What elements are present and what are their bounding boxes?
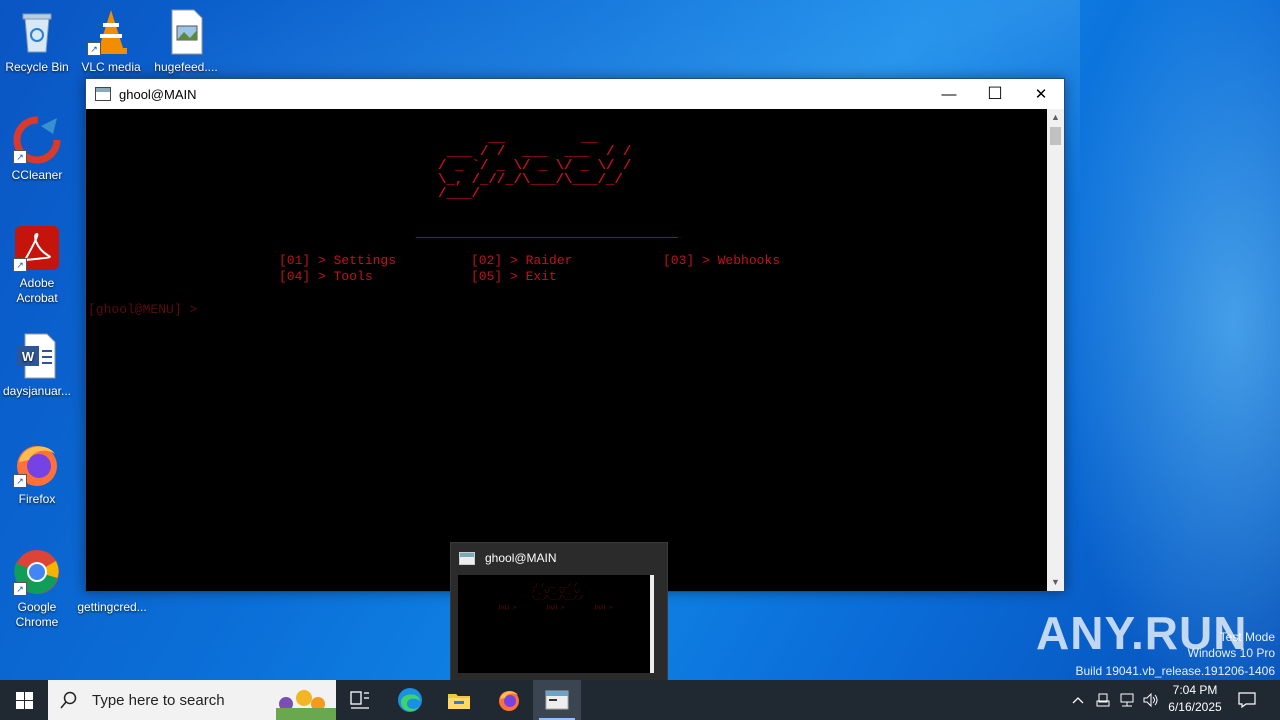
desktop-icon-firefox[interactable]: ↗ Firefox <box>1 440 73 507</box>
menu-option-settings: [01] > Settings <box>279 253 397 268</box>
menu-option-exit: [05] > Exit <box>471 269 557 284</box>
search-icon <box>60 691 77 709</box>
recycle-bin-icon <box>13 8 61 56</box>
search-highlight-flowers-icon <box>276 690 336 720</box>
svg-text:W: W <box>22 349 35 364</box>
console-window[interactable]: ghool@MAIN — ☐ ✕ __ __ ___ / / ___ ___ /… <box>85 78 1065 592</box>
shortcut-arrow-icon: ↗ <box>13 150 27 164</box>
desktop-icon-label: gettingcred... <box>77 600 147 614</box>
chrome-icon: ↗ <box>13 548 61 596</box>
scroll-down-arrow-icon[interactable]: ▼ <box>1047 574 1064 591</box>
close-button[interactable]: ✕ <box>1018 79 1064 109</box>
console-app-icon <box>459 551 475 565</box>
console-app-icon <box>95 87 111 101</box>
shortcut-arrow-icon: ↗ <box>13 474 27 488</box>
network-icon <box>1120 693 1134 707</box>
chevron-up-icon <box>1072 697 1084 704</box>
desktop-icon-label: hugefeed.... <box>154 60 218 74</box>
speaker-icon <box>1143 693 1158 707</box>
action-center-button[interactable] <box>1232 680 1262 720</box>
desktop-icon-label: Adobe Acrobat <box>16 276 58 305</box>
watermark-line3: Build 19041.vb_release.191206-1406 <box>1075 664 1276 678</box>
minimize-button[interactable]: — <box>926 79 972 109</box>
task-view-icon <box>350 691 369 709</box>
watermark-line1: Test Mode <box>1219 630 1275 644</box>
desktop-icon-hugefeed[interactable]: hugefeed.... <box>150 8 222 75</box>
desktop-icon-google-chrome[interactable]: ↗ Google Chrome <box>1 548 73 630</box>
preview-title: ghool@MAIN <box>485 551 557 565</box>
vlc-cone-icon: ↗ <box>87 8 135 56</box>
desktop-icon-adobe-acrobat[interactable]: ↗ Adobe Acrobat <box>1 224 73 306</box>
desktop-icon-vlc[interactable]: ↗ VLC media <box>75 8 147 75</box>
desktop-icon-label: Firefox <box>18 492 56 506</box>
desktop-icon-label: daysjanuar... <box>2 384 72 398</box>
taskbar-search-box[interactable]: Type here to search <box>48 680 336 720</box>
desktop-icon-ccleaner[interactable]: ↗ CCleaner <box>1 116 73 183</box>
taskbar-thumbnail-preview[interactable]: ghool@MAIN _/ / ___ ___/ / / _ \/ _ \/ _… <box>450 542 668 682</box>
shortcut-arrow-icon: ↗ <box>13 582 27 596</box>
preview-image: _/ / ___ ___/ / / _ \/ _ \/ _ \/ \_,_/\_… <box>458 575 654 673</box>
search-placeholder: Type here to search <box>92 691 225 709</box>
folder-icon <box>448 694 470 709</box>
firefox-icon: ↗ <box>13 440 61 488</box>
preview-scrollbar <box>650 575 654 673</box>
maximize-button[interactable]: ☐ <box>972 79 1018 109</box>
ascii-logo: __ __ ___ / / ___ ___ / / / _ `/ _ \/ _ … <box>438 130 632 202</box>
desktop-icon-label: Recycle Bin <box>5 60 69 74</box>
image-file-icon <box>162 8 210 56</box>
ccleaner-icon: ↗ <box>13 116 61 164</box>
menu-option-tools: [04] > Tools <box>279 269 373 284</box>
desktop-icon-label: Google Chrome <box>15 600 59 629</box>
vertical-scrollbar[interactable]: ▲ ▼ <box>1047 109 1064 591</box>
acrobat-icon: ↗ <box>13 224 61 272</box>
edge-icon <box>398 688 422 712</box>
tray-network-icon[interactable] <box>1116 680 1138 720</box>
console-output[interactable]: __ __ ___ / / ___ ___ / / / _ `/ _ \/ _ … <box>86 109 1046 591</box>
task-view-button[interactable] <box>336 680 384 720</box>
taskbar-edge[interactable] <box>386 680 434 720</box>
tray-volume-icon[interactable] <box>1140 680 1162 720</box>
shortcut-arrow-icon: ↗ <box>13 258 27 272</box>
menu-option-webhooks: [03] > Webhooks <box>663 253 781 268</box>
windows-logo-icon <box>15 691 33 709</box>
preview-ascii: _/ / ___ ___/ / / _ \/ _ \/ _ \/ \_,_/\_… <box>532 583 584 601</box>
clock-date: 6/16/2025 <box>1168 700 1222 714</box>
taskbar-file-explorer[interactable] <box>435 680 483 720</box>
word-document-icon: W <box>13 332 61 380</box>
separator-line <box>416 237 678 238</box>
console-app-icon <box>545 690 569 710</box>
clock-time: 7:04 PM <box>1172 683 1218 697</box>
tray-device-icon[interactable] <box>1092 680 1114 720</box>
taskbar: Type here to search 7:04 PM 6/16/2025 <box>0 680 1280 720</box>
start-button[interactable] <box>0 680 48 720</box>
window-titlebar[interactable]: ghool@MAIN — ☐ ✕ <box>86 79 1064 109</box>
preview-menu: [01] > [02] > [03] > <box>498 605 613 611</box>
scroll-thumb[interactable] <box>1050 127 1061 145</box>
firefox-icon <box>499 691 519 711</box>
menu-option-raider: [02] > Raider <box>471 253 573 268</box>
desktop-icon-label: VLC media <box>81 60 141 74</box>
shortcut-arrow-icon: ↗ <box>87 42 101 56</box>
taskbar-console[interactable] <box>533 680 581 720</box>
usb-device-icon <box>1096 693 1110 707</box>
watermark-line2: Windows 10 Pro <box>1187 646 1275 660</box>
desktop-icon-recycle-bin[interactable]: Recycle Bin <box>1 8 73 75</box>
desktop-icon-label: CCleaner <box>11 168 63 182</box>
desktop-icon-daysjanuary[interactable]: W daysjanuar... <box>1 332 73 399</box>
notification-icon <box>1238 692 1256 708</box>
command-prompt[interactable]: [ghool@MENU] > <box>88 302 205 317</box>
scroll-up-arrow-icon[interactable]: ▲ <box>1047 109 1064 126</box>
taskbar-clock[interactable]: 7:04 PM 6/16/2025 <box>1160 682 1230 716</box>
taskbar-firefox[interactable] <box>485 680 533 720</box>
show-hidden-icons-button[interactable] <box>1068 680 1088 720</box>
window-title: ghool@MAIN <box>119 86 197 102</box>
